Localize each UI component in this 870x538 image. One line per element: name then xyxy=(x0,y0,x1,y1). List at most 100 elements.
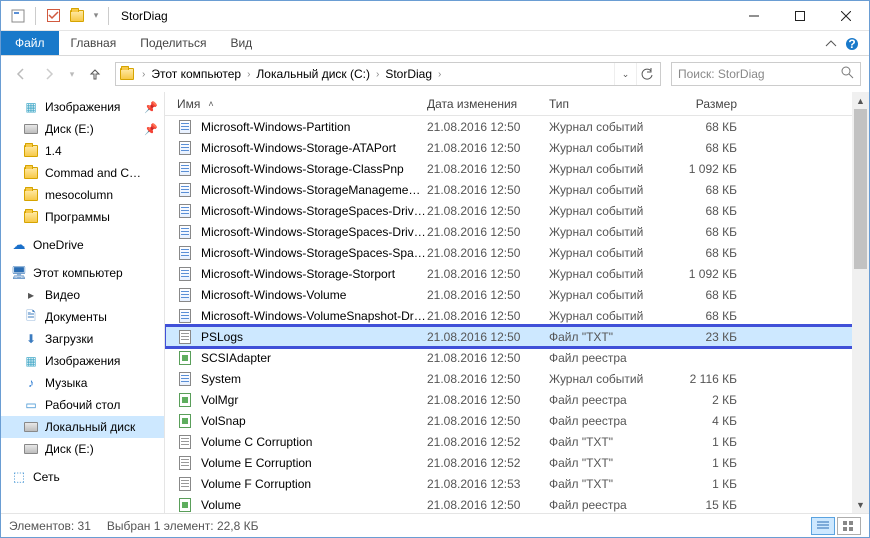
up-button[interactable] xyxy=(83,62,107,86)
file-list: Microsoft-Windows-Partition21.08.2016 12… xyxy=(165,116,869,513)
search-icon[interactable] xyxy=(841,66,854,82)
chevron-right-icon[interactable]: › xyxy=(245,69,252,80)
sidebar-item-label: Документы xyxy=(45,310,107,324)
scroll-up-icon[interactable]: ▲ xyxy=(852,92,869,109)
tab-home[interactable]: Главная xyxy=(59,31,129,55)
scroll-thumb[interactable] xyxy=(854,109,867,269)
file-size: 1 КБ xyxy=(667,477,747,491)
chevron-right-icon[interactable]: › xyxy=(436,69,443,80)
sidebar-item[interactable]: Диск (E:)📌 xyxy=(1,118,164,140)
sidebar-item[interactable]: ▦Изображения📌 xyxy=(1,96,164,118)
file-type: Файл "TXT" xyxy=(549,477,667,491)
file-row[interactable]: Microsoft-Windows-Storage-ATAPort21.08.2… xyxy=(165,137,869,158)
address-dropdown-icon[interactable]: ⌄ xyxy=(614,63,636,85)
large-icons-view-button[interactable] xyxy=(837,517,861,535)
sidebar-item[interactable]: ▦Изображения xyxy=(1,350,164,372)
close-button[interactable] xyxy=(823,1,869,31)
file-row[interactable]: Volume E Corruption21.08.2016 12:52Файл … xyxy=(165,452,869,473)
tab-view[interactable]: Вид xyxy=(218,31,264,55)
file-tab[interactable]: Файл xyxy=(1,31,59,55)
tab-share[interactable]: Поделиться xyxy=(128,31,218,55)
file-name: Microsoft-Windows-Storage-ClassPnp xyxy=(201,162,427,176)
file-row[interactable]: VolSnap21.08.2016 12:50Файл реестра4 КБ xyxy=(165,410,869,431)
recent-dropdown-icon[interactable]: ▾ xyxy=(65,62,79,86)
file-row[interactable]: Microsoft-Windows-VolumeSnapshot-Dr…21.0… xyxy=(165,305,869,326)
sidebar-item[interactable]: Локальный диск xyxy=(1,416,164,438)
file-row[interactable]: System21.08.2016 12:50Журнал событий2 11… xyxy=(165,368,869,389)
file-date: 21.08.2016 12:50 xyxy=(427,246,549,260)
file-name: Microsoft-Windows-Storage-Storport xyxy=(201,267,427,281)
maximize-button[interactable] xyxy=(777,1,823,31)
file-row[interactable]: Microsoft-Windows-Partition21.08.2016 12… xyxy=(165,116,869,137)
file-row[interactable]: Volume F Corruption21.08.2016 12:53Файл … xyxy=(165,473,869,494)
file-row[interactable]: Volume21.08.2016 12:50Файл реестра15 КБ xyxy=(165,494,869,513)
drive-icon xyxy=(23,419,39,435)
network-icon: ⬚ xyxy=(11,469,27,485)
file-size: 2 116 КБ xyxy=(667,372,747,386)
file-name: Microsoft-Windows-StorageSpaces-Driv… xyxy=(201,225,427,239)
sidebar-onedrive[interactable]: ☁ OneDrive xyxy=(1,234,164,256)
sidebar-this-pc[interactable]: 🖥 Этот компьютер xyxy=(1,262,164,284)
file-row[interactable]: Volume C Corruption21.08.2016 12:52Файл … xyxy=(165,431,869,452)
file-row[interactable]: VolMgr21.08.2016 12:50Файл реестра2 КБ xyxy=(165,389,869,410)
sidebar-item[interactable]: Commad and C… xyxy=(1,162,164,184)
breadcrumb-item[interactable]: Локальный диск (C:) xyxy=(252,67,374,81)
checkbox-icon[interactable] xyxy=(42,5,64,27)
sidebar-item[interactable]: 🗎Документы xyxy=(1,306,164,328)
address-bar[interactable]: › Этот компьютер › Локальный диск (C:) ›… xyxy=(115,62,661,86)
search-placeholder: Поиск: StorDiag xyxy=(678,67,765,81)
file-row[interactable]: PSLogs21.08.2016 12:50Файл "TXT"23 КБ xyxy=(165,326,869,347)
file-row[interactable]: Microsoft-Windows-Storage-ClassPnp21.08.… xyxy=(165,158,869,179)
sidebar-item[interactable]: Программы xyxy=(1,206,164,228)
refresh-icon[interactable] xyxy=(636,63,658,85)
sidebar-item[interactable]: ▸Видео xyxy=(1,284,164,306)
help-icon[interactable]: ? xyxy=(843,31,861,56)
file-row[interactable]: Microsoft-Windows-Storage-Storport21.08.… xyxy=(165,263,869,284)
sidebar-network[interactable]: ⬚ Сеть xyxy=(1,466,164,488)
sidebar-item[interactable]: ⬇Загрузки xyxy=(1,328,164,350)
file-row[interactable]: Microsoft-Windows-StorageSpaces-Driv…21.… xyxy=(165,221,869,242)
ribbon-tabs: Файл Главная Поделиться Вид ? xyxy=(1,31,869,56)
back-button[interactable] xyxy=(9,62,33,86)
column-name[interactable]: Имя˄ xyxy=(177,97,427,111)
sidebar-item[interactable]: Диск (E:) xyxy=(1,438,164,460)
file-size: 68 КБ xyxy=(667,141,747,155)
file-size: 68 КБ xyxy=(667,309,747,323)
file-date: 21.08.2016 12:50 xyxy=(427,141,549,155)
column-type[interactable]: Тип xyxy=(549,97,667,111)
file-type: Журнал событий xyxy=(549,120,667,134)
chevron-right-icon[interactable]: › xyxy=(140,69,147,80)
breadcrumb-item[interactable]: StorDiag xyxy=(381,67,436,81)
file-row[interactable]: Microsoft-Windows-Volume21.08.2016 12:50… xyxy=(165,284,869,305)
breadcrumb-item[interactable]: Этот компьютер xyxy=(147,67,245,81)
main-area: ▦Изображения📌Диск (E:)📌1.4Commad and C…m… xyxy=(1,92,869,513)
minimize-button[interactable] xyxy=(731,1,777,31)
sidebar-item[interactable]: ♪Музыка xyxy=(1,372,164,394)
scroll-down-icon[interactable]: ▼ xyxy=(852,496,869,513)
properties-icon[interactable] xyxy=(7,5,29,27)
sidebar-item[interactable]: 1.4 xyxy=(1,140,164,162)
file-type: Файл реестра xyxy=(549,498,667,512)
search-input[interactable]: Поиск: StorDiag xyxy=(671,62,861,86)
sidebar-item[interactable]: ▭Рабочий стол xyxy=(1,394,164,416)
details-view-button[interactable] xyxy=(811,517,835,535)
folder-icon[interactable] xyxy=(66,5,88,27)
file-row[interactable]: Microsoft-Windows-StorageManagemen…21.08… xyxy=(165,179,869,200)
file-row[interactable]: Microsoft-Windows-StorageSpaces-Spac…21.… xyxy=(165,242,869,263)
reg-file-icon xyxy=(177,413,193,429)
chevron-right-icon[interactable]: › xyxy=(374,69,381,80)
file-row[interactable]: SCSIAdapter21.08.2016 12:50Файл реестра xyxy=(165,347,869,368)
status-item-count: Элементов: 31 xyxy=(9,519,91,533)
event-file-icon xyxy=(177,224,193,240)
column-size[interactable]: Размер xyxy=(667,97,747,111)
vertical-scrollbar[interactable]: ▲ ▼ xyxy=(852,92,869,513)
file-type: Журнал событий xyxy=(549,183,667,197)
qat-dropdown-icon[interactable]: ▾ xyxy=(90,5,102,27)
column-date[interactable]: Дата изменения xyxy=(427,97,549,111)
file-row[interactable]: Microsoft-Windows-StorageSpaces-Driv…21.… xyxy=(165,200,869,221)
sidebar-item[interactable]: mesocolumn xyxy=(1,184,164,206)
file-type: Журнал событий xyxy=(549,246,667,260)
ribbon-collapse-icon[interactable] xyxy=(825,31,837,56)
file-name: Volume E Corruption xyxy=(201,456,427,470)
forward-button[interactable] xyxy=(37,62,61,86)
